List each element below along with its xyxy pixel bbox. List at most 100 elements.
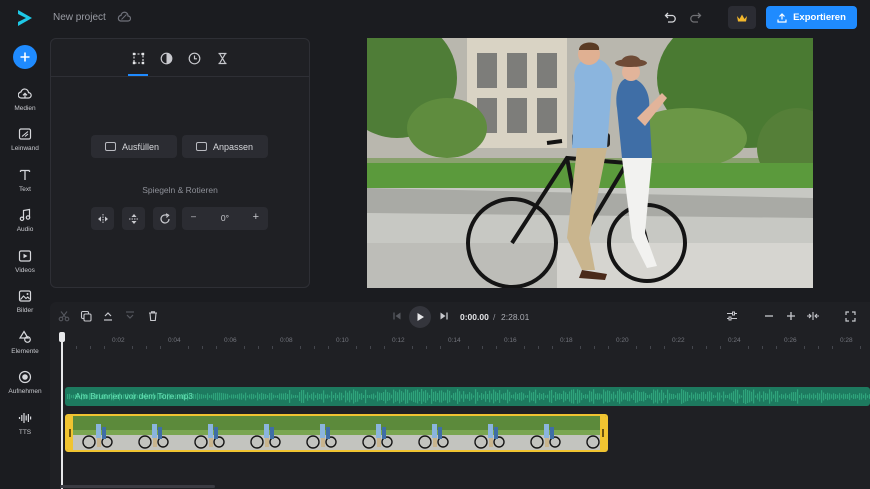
- tab-duration[interactable]: [214, 50, 230, 66]
- waveform-bar: [207, 393, 209, 400]
- waveform-bar: [227, 393, 229, 400]
- ruler-minor-tick: [776, 346, 777, 349]
- waveform-bar: [579, 390, 581, 403]
- tab-timing[interactable]: [186, 50, 202, 66]
- undo-icon[interactable]: [664, 10, 678, 24]
- sidebar-item-tts[interactable]: TTS: [0, 409, 50, 445]
- waveform-bar: [585, 394, 587, 399]
- rotation-increase-button[interactable]: +: [253, 211, 259, 223]
- fit-timeline-button[interactable]: [806, 309, 820, 323]
- waveform-bar: [263, 393, 265, 400]
- rotate-icon: [159, 212, 170, 224]
- video-thumbnail: [295, 416, 351, 450]
- playhead[interactable]: [61, 332, 63, 489]
- waveform-bar: [423, 391, 425, 402]
- skip-forward-button[interactable]: [437, 309, 451, 323]
- waveform-bar: [453, 393, 455, 400]
- waveform-bar: [677, 393, 679, 400]
- waveform-bar: [555, 392, 557, 401]
- add-media-button[interactable]: [13, 45, 37, 69]
- waveform-bar: [205, 394, 207, 399]
- waveform-bar: [331, 391, 333, 402]
- clip-trim-end-handle[interactable]: [600, 416, 606, 450]
- ruler-tick-label: 0:28: [840, 337, 853, 344]
- fit-button[interactable]: Anpassen: [182, 135, 268, 158]
- waveform-bar: [599, 393, 601, 400]
- waveform-bar: [199, 394, 201, 399]
- timeline-scrollbar[interactable]: [60, 485, 215, 488]
- sidebar-item-audio[interactable]: Audio: [0, 206, 50, 242]
- waveform-bar: [485, 391, 487, 402]
- sidebar-item-elemente[interactable]: Elemente: [0, 328, 50, 364]
- waveform-bar: [809, 393, 811, 400]
- playhead-handle[interactable]: [59, 332, 65, 342]
- waveform-bar: [801, 393, 803, 400]
- waveform-bar: [383, 391, 385, 402]
- video-thumbnail: [71, 416, 127, 450]
- flip-vertical-button[interactable]: [122, 207, 145, 230]
- waveform-bar: [305, 394, 307, 399]
- app-logo-icon[interactable]: [15, 8, 35, 28]
- skip-back-button[interactable]: [390, 309, 404, 323]
- waveform-bar: [361, 393, 363, 400]
- sidebar-item-bilder[interactable]: Bilder: [0, 287, 50, 323]
- timeline-ruler[interactable]: 0:02 0:04 0:06 0:08 0:10 0:12 0:14 0:16 0:18 0:20…: [50, 332, 870, 350]
- waveform-bar: [703, 391, 705, 402]
- ruler-minor-tick: [832, 346, 833, 349]
- waveform-bar: [843, 393, 845, 400]
- ruler-minor-tick: [804, 346, 805, 349]
- waveform-bar: [675, 395, 677, 398]
- waveform-bar: [829, 393, 831, 400]
- clip-trim-start-handle[interactable]: [67, 416, 73, 450]
- waveform-bar: [197, 392, 199, 401]
- timeline-settings-button[interactable]: [725, 309, 739, 323]
- video-clip[interactable]: [65, 414, 608, 452]
- audio-clip[interactable]: Am Brunnen vor dem Tore.mp3: [65, 387, 870, 406]
- fullscreen-button[interactable]: [843, 309, 857, 323]
- sidebar-item-text[interactable]: Text: [0, 166, 50, 202]
- waveform-bar: [385, 389, 387, 404]
- waveform-bar: [393, 389, 395, 404]
- zoom-in-button[interactable]: [784, 309, 798, 323]
- duplicate-icon: [80, 310, 92, 322]
- waveform-bar: [435, 391, 437, 402]
- rotate-button[interactable]: [153, 207, 176, 230]
- move-up-button[interactable]: [101, 309, 115, 323]
- play-button[interactable]: [409, 306, 431, 328]
- export-button[interactable]: Exportieren: [766, 6, 857, 29]
- waveform-icon: [18, 413, 32, 423]
- waveform-bar: [719, 392, 721, 401]
- cloud-icon: [117, 11, 131, 22]
- waveform-bar: [727, 394, 729, 399]
- waveform-bar: [269, 393, 271, 400]
- redo-icon[interactable]: [688, 10, 702, 24]
- tab-adjust[interactable]: [158, 50, 174, 66]
- video-preview[interactable]: [367, 38, 813, 288]
- waveform-bar: [617, 390, 619, 403]
- waveform-bar: [861, 393, 863, 400]
- ruler-minor-tick: [370, 346, 371, 349]
- sidebar-item-aufnehmen[interactable]: Aufnehmen: [0, 368, 50, 404]
- tab-transform[interactable]: [130, 50, 146, 66]
- sidebar-item-leinwand[interactable]: Leinwand: [0, 125, 50, 161]
- waveform-bar: [195, 394, 197, 399]
- sidebar-item-videos[interactable]: Videos: [0, 247, 50, 283]
- flip-horizontal-button[interactable]: [91, 207, 114, 230]
- sidebar-item-medien[interactable]: Medien: [0, 85, 50, 121]
- zoom-out-button[interactable]: [762, 309, 776, 323]
- delete-button[interactable]: [146, 309, 160, 323]
- premium-button[interactable]: [728, 6, 756, 29]
- waveform-bar: [247, 395, 249, 398]
- move-down-button[interactable]: [123, 309, 137, 323]
- waveform-bar: [225, 393, 227, 400]
- ruler-minor-tick: [706, 346, 707, 349]
- waveform-bar: [775, 391, 777, 402]
- waveform-bar: [471, 393, 473, 400]
- fill-button[interactable]: Ausfüllen: [91, 135, 177, 158]
- duplicate-button[interactable]: [79, 309, 93, 323]
- waveform-bar: [647, 394, 649, 399]
- project-title[interactable]: New project: [53, 12, 106, 23]
- split-button[interactable]: [57, 309, 71, 323]
- waveform-bar: [817, 392, 819, 401]
- waveform-bar: [831, 394, 833, 399]
